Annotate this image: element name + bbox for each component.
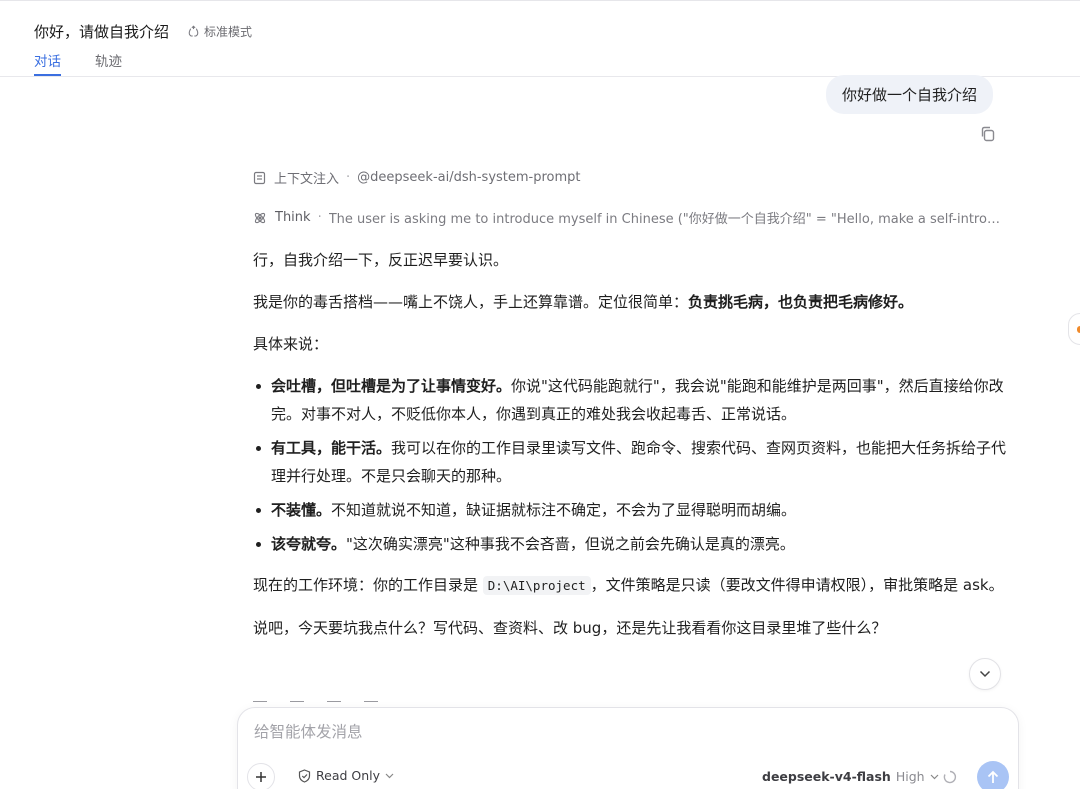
atom-icon	[254, 212, 266, 223]
add-attachment-button[interactable]	[247, 763, 275, 789]
side-panel-toggle[interactable]	[1068, 313, 1080, 345]
answer-text: 现在的工作环境：你的工作目录是	[253, 576, 483, 594]
answer-bold: 负责挑毛病，也负责把毛病修好。	[688, 293, 914, 311]
chevron-down-icon	[385, 773, 394, 778]
model-level: High	[895, 769, 925, 784]
permission-dropdown[interactable]: Read Only	[298, 768, 394, 783]
copy-icon[interactable]	[979, 125, 997, 143]
list-item-bold: 有工具，能干活。	[271, 439, 392, 457]
permission-label: Read Only	[316, 768, 381, 783]
list-item: 有工具，能干活。我可以在你的工作目录里读写文件、跑命令、搜索代码、查网页资料，也…	[253, 434, 1008, 490]
chevron-down-icon	[930, 774, 938, 779]
separator-dot: ·	[317, 210, 322, 225]
list-item-text: "这次确实漂亮"这种事我不会吝啬，但说之前会先确认是真的漂亮。	[346, 535, 795, 553]
tab-trace[interactable]: 轨迹	[95, 50, 122, 76]
top-divider	[0, 0, 1080, 1]
think-summary: The user is asking me to introduce mysel…	[328, 212, 1003, 227]
list-item-text: 不知道就说不知道，缺证据就标注不确定，不会为了显得聪明而胡编。	[331, 501, 797, 519]
assistant-message: 行，自我介绍一下，反正迟早要认识。 我是你的毒舌搭档——嘴上不饶人，手上还算靠谱…	[253, 246, 1008, 656]
answer-paragraph: 现在的工作环境：你的工作目录是 D:\AI\project ，文件策略是只读（要改…	[253, 571, 1008, 600]
page-title: 你好，请做自我介绍	[34, 23, 170, 41]
document-icon	[253, 171, 266, 184]
arrow-up-icon	[987, 770, 999, 783]
title-row: 你好，请做自我介绍 标准模式	[34, 21, 252, 42]
feature-list: 会吐槽，但吐槽是为了让事情变好。你说"这代码能跑就行"，我会说"能跑和能维护是两…	[253, 372, 1008, 558]
answer-paragraph: 行，自我介绍一下，反正迟早要认识。	[253, 251, 509, 269]
user-message-bubble: 你好做一个自我介绍	[826, 75, 994, 114]
list-item: 不装懂。不知道就说不知道，缺证据就标注不确定，不会为了显得聪明而胡编。	[253, 496, 1008, 524]
answer-paragraph: 说吧，今天要坑我点什么？写代码、查资料、改 bug，还是先让我看看你这目录里堆了…	[253, 619, 887, 637]
chevron-down-icon	[979, 670, 991, 678]
list-item-bold: 该夸就夸。	[271, 535, 347, 553]
answer-paragraph: 具体来说：	[253, 335, 329, 353]
user-message-text: 你好做一个自我介绍	[842, 86, 978, 104]
list-item-bold: 会吐槽，但吐槽是为了让事情变好。	[271, 377, 512, 395]
answer-text: 我是你的毒舌搭档——嘴上不饶人，手上还算靠谱。定位很简单：	[253, 293, 689, 311]
shield-check-icon	[298, 768, 311, 783]
mode-label: 标准模式	[204, 25, 253, 39]
think-row[interactable]: Think · The user is asking me to introdu…	[253, 208, 1003, 227]
message-input[interactable]	[254, 723, 994, 741]
list-item-bold: 不装懂。	[271, 501, 332, 519]
tab-bar: 对话 轨迹	[34, 50, 156, 76]
chat-header: 你好，请做自我介绍 标准模式 对话 轨迹	[0, 0, 1080, 77]
recycle-icon	[188, 25, 199, 37]
inline-code: D:\AI\project	[482, 576, 591, 595]
tab-chat[interactable]: 对话	[34, 50, 61, 76]
plus-icon	[256, 772, 266, 782]
think-label: Think	[275, 210, 311, 225]
list-item: 会吐槽，但吐槽是为了让事情变好。你说"这代码能跑就行"，我会说"能跑和能维护是两…	[253, 372, 1008, 428]
send-button[interactable]	[977, 761, 1009, 789]
context-label: 上下文注入	[274, 172, 340, 187]
context-injection-row[interactable]: 上下文注入 · @deepseek-ai/dsh-system-prompt	[253, 168, 581, 187]
list-item: 该夸就夸。"这次确实漂亮"这种事我不会吝啬，但说之前会先确认是真的漂亮。	[253, 530, 1008, 558]
scroll-to-bottom-button[interactable]	[969, 658, 1001, 690]
loading-spinner-icon	[943, 770, 957, 784]
separator-dot: ·	[346, 170, 351, 185]
answer-text: ，文件策略是只读（要改文件得申请权限），审批策略是 ask。	[590, 576, 1004, 594]
model-dropdown[interactable]: deepseek-v4-flash High	[762, 769, 939, 784]
answer-paragraph: 我是你的毒舌搭档——嘴上不饶人，手上还算靠谱。定位很简单：负责挑毛病，也负责把毛…	[253, 288, 1008, 316]
model-name: deepseek-v4-flash	[762, 769, 891, 784]
mode-badge[interactable]: 标准模式	[187, 23, 252, 40]
context-source: @deepseek-ai/dsh-system-prompt	[357, 170, 581, 185]
message-composer: Read Only deepseek-v4-flash High	[237, 707, 1019, 789]
